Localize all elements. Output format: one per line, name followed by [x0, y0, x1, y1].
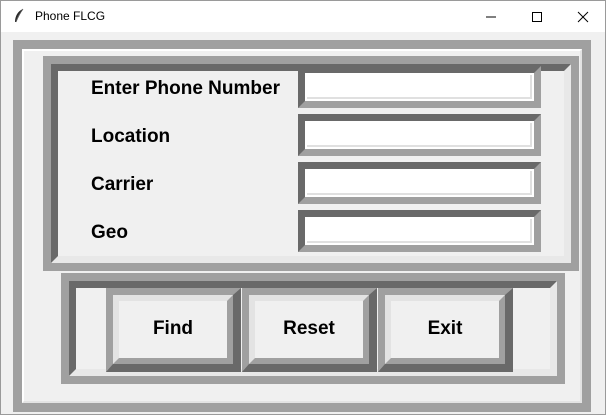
geo-input[interactable] — [298, 210, 541, 252]
geo-label: Geo — [91, 222, 128, 243]
reset-button[interactable]: Reset — [242, 288, 377, 372]
maximize-button[interactable] — [514, 1, 560, 32]
app-window: Phone FLCG Enter Phone Number Location C… — [0, 0, 606, 415]
location-input-field[interactable] — [307, 123, 532, 147]
phone-number-input[interactable] — [298, 66, 541, 108]
carrier-label: Carrier — [91, 174, 154, 195]
minimize-icon — [486, 16, 496, 18]
close-button[interactable] — [560, 1, 606, 32]
close-icon — [577, 11, 589, 23]
location-input[interactable] — [298, 114, 541, 156]
window-title: Phone FLCG — [35, 9, 106, 23]
find-button-label: Find — [152, 318, 194, 339]
maximize-icon — [532, 12, 542, 22]
exit-button[interactable]: Exit — [378, 288, 513, 372]
title-bar[interactable]: Phone FLCG — [1, 1, 605, 32]
client-area: Enter Phone Number Location Carrier Geo … — [1, 32, 605, 414]
carrier-input-field[interactable] — [307, 171, 532, 195]
find-button[interactable]: Find — [106, 288, 241, 372]
minimize-button[interactable] — [468, 1, 514, 32]
phone-number-label: Enter Phone Number — [91, 78, 280, 99]
reset-button-label: Reset — [283, 318, 335, 339]
location-label: Location — [91, 126, 171, 147]
feather-icon — [15, 8, 24, 23]
phone-number-input-field[interactable] — [307, 75, 532, 99]
exit-button-label: Exit — [427, 318, 463, 339]
geo-input-field[interactable] — [307, 219, 532, 243]
carrier-input[interactable] — [298, 162, 541, 204]
